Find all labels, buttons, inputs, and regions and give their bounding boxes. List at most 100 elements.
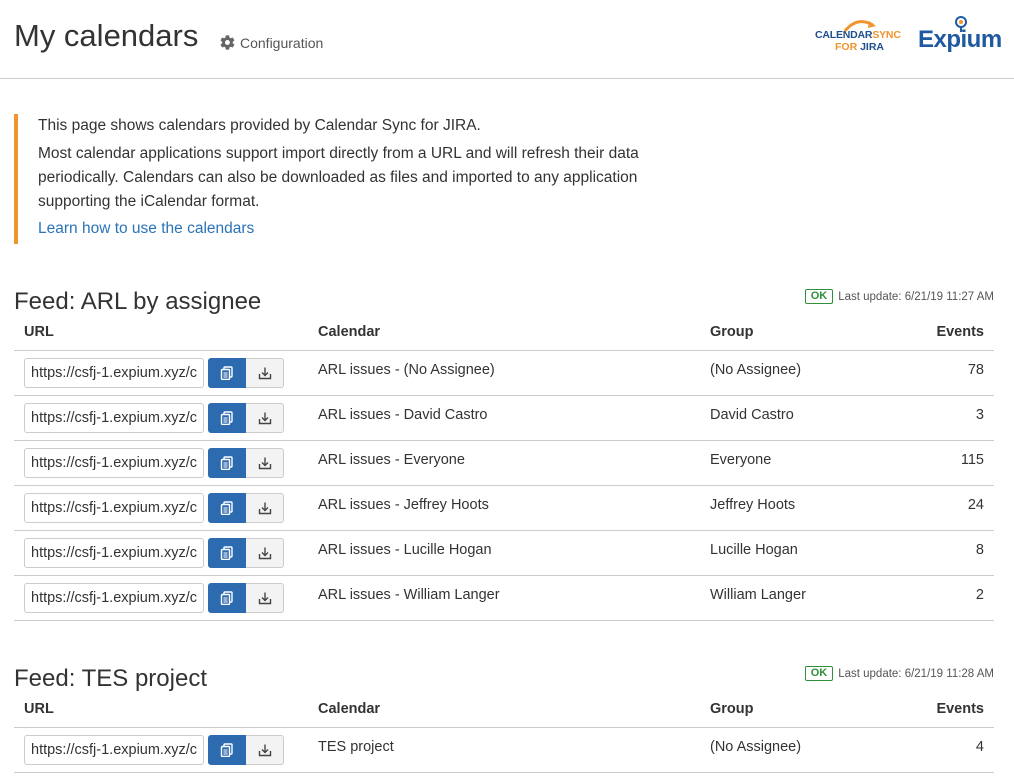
feed-url-input[interactable] — [24, 492, 204, 523]
calendar-cell: TES project — [308, 727, 700, 773]
download-icon — [258, 412, 271, 424]
download-icon — [258, 547, 271, 559]
table-row: ARL issues - EveryoneEveryone115 — [14, 440, 994, 486]
feed-url-input[interactable] — [24, 734, 204, 765]
url-controls — [24, 582, 298, 613]
group-cell: (No Assignee) — [700, 350, 900, 396]
logo-text: JIRA — [860, 41, 885, 53]
table-header-row: URL Calendar Group Events — [14, 692, 994, 728]
status-badge: OK — [804, 289, 834, 304]
logo-text: SYNC — [872, 29, 901, 41]
feed-status: OK Last update: 6/21/19 11:28 AM — [804, 666, 994, 681]
events-cell: 78 — [900, 350, 994, 396]
feed-status: OK Last update: 6/21/19 11:27 AM — [804, 289, 994, 304]
logo-text: CALENDAR — [815, 29, 873, 41]
download-button[interactable] — [246, 402, 284, 433]
info-line-1: This page shows calendars provided by Ca… — [38, 117, 481, 134]
download-icon — [258, 744, 271, 756]
url-cell — [14, 575, 308, 621]
copy-url-button[interactable] — [208, 734, 246, 765]
column-header-calendar: Calendar — [308, 315, 700, 351]
group-cell: (No Assignee) — [700, 727, 900, 773]
events-cell: 2 — [900, 575, 994, 621]
url-controls — [24, 402, 298, 433]
configuration-link[interactable]: Configuration — [219, 34, 323, 51]
info-line-2: Most calendar applications support impor… — [38, 145, 639, 210]
feed-url-input[interactable] — [24, 537, 204, 568]
logo-text: Expium — [918, 26, 1002, 53]
copy-url-button[interactable] — [208, 582, 246, 613]
url-cell — [14, 440, 308, 486]
download-button[interactable] — [246, 582, 284, 613]
feed-title: Feed: TES project — [14, 665, 207, 692]
events-cell: 24 — [900, 485, 994, 531]
page-title: My calendars — [14, 18, 199, 53]
column-header-group: Group — [700, 315, 900, 351]
configuration-label: Configuration — [240, 34, 324, 51]
group-cell: William Langer — [700, 575, 900, 621]
copy-icon — [220, 545, 233, 560]
download-icon — [258, 502, 271, 514]
table-header-row: URL Calendar Group Events — [14, 315, 994, 351]
group-cell: Lucille Hogan — [700, 530, 900, 576]
table-row: ARL issues - David CastroDavid Castro3 — [14, 395, 994, 441]
group-cell: David Castro — [700, 395, 900, 441]
column-header-calendar: Calendar — [308, 692, 700, 728]
feed-url-input[interactable] — [24, 582, 204, 613]
feed-title: Feed: ARL by assignee — [14, 288, 262, 315]
download-button[interactable] — [246, 357, 284, 388]
column-header-group: Group — [700, 692, 900, 728]
events-cell: 8 — [900, 530, 994, 576]
feed-rows: TES project(No Assignee)4 — [14, 727, 994, 773]
feed-url-input[interactable] — [24, 357, 204, 388]
status-badge: OK — [804, 666, 834, 681]
gear-icon — [220, 35, 235, 50]
last-update: Last update: 6/21/19 11:28 AM — [838, 667, 994, 680]
calendar-cell: ARL issues - Lucille Hogan — [308, 530, 700, 576]
copy-url-button[interactable] — [208, 357, 246, 388]
url-controls — [24, 537, 298, 568]
calendar-cell: ARL issues - (No Assignee) — [308, 350, 700, 396]
events-cell: 3 — [900, 395, 994, 441]
copy-icon — [220, 500, 233, 515]
group-cell: Everyone — [700, 440, 900, 486]
table-row: ARL issues - (No Assignee)(No Assignee)7… — [14, 350, 994, 396]
table-row: ARL issues - William LangerWilliam Lange… — [14, 575, 994, 621]
last-update: Last update: 6/21/19 11:27 AM — [838, 290, 994, 303]
download-button[interactable] — [246, 447, 284, 478]
calendar-cell: ARL issues - William Langer — [308, 575, 700, 621]
feed-url-input[interactable] — [24, 447, 204, 478]
learn-how-link[interactable]: Learn how to use the calendars — [38, 220, 674, 238]
feed-rows: ARL issues - (No Assignee)(No Assignee)7… — [14, 350, 994, 621]
url-controls — [24, 357, 298, 388]
download-button[interactable] — [246, 537, 284, 568]
download-button[interactable] — [246, 734, 284, 765]
calendarsync-logo: CALENDARSYNC FOR JIRA — [815, 18, 901, 54]
copy-url-button[interactable] — [208, 537, 246, 568]
url-controls — [24, 492, 298, 523]
url-cell — [14, 530, 308, 576]
feed-url-input[interactable] — [24, 402, 204, 433]
copy-icon — [220, 455, 233, 470]
copy-icon — [220, 590, 233, 605]
download-icon — [258, 592, 271, 604]
copy-url-button[interactable] — [208, 492, 246, 523]
column-header-url: URL — [14, 315, 308, 351]
info-message: This page shows calendars provided by Ca… — [14, 114, 674, 244]
copy-icon — [220, 742, 233, 757]
url-controls — [24, 734, 298, 765]
copy-url-button[interactable] — [208, 402, 246, 433]
download-button[interactable] — [246, 492, 284, 523]
feed-table: URL Calendar Group Events TES project(No… — [14, 692, 994, 773]
copy-icon — [220, 410, 233, 425]
url-cell — [14, 395, 308, 441]
url-cell — [14, 350, 308, 396]
events-cell: 4 — [900, 727, 994, 773]
feed-table: URL Calendar Group Events ARL issues - (… — [14, 315, 994, 621]
page-header: My calendars Configuration CALENDARSYNC … — [0, 0, 1014, 79]
table-row: ARL issues - Lucille HoganLucille Hogan8 — [14, 530, 994, 576]
url-cell — [14, 485, 308, 531]
copy-url-button[interactable] — [208, 447, 246, 478]
events-cell: 115 — [900, 440, 994, 486]
column-header-events: Events — [900, 692, 994, 728]
